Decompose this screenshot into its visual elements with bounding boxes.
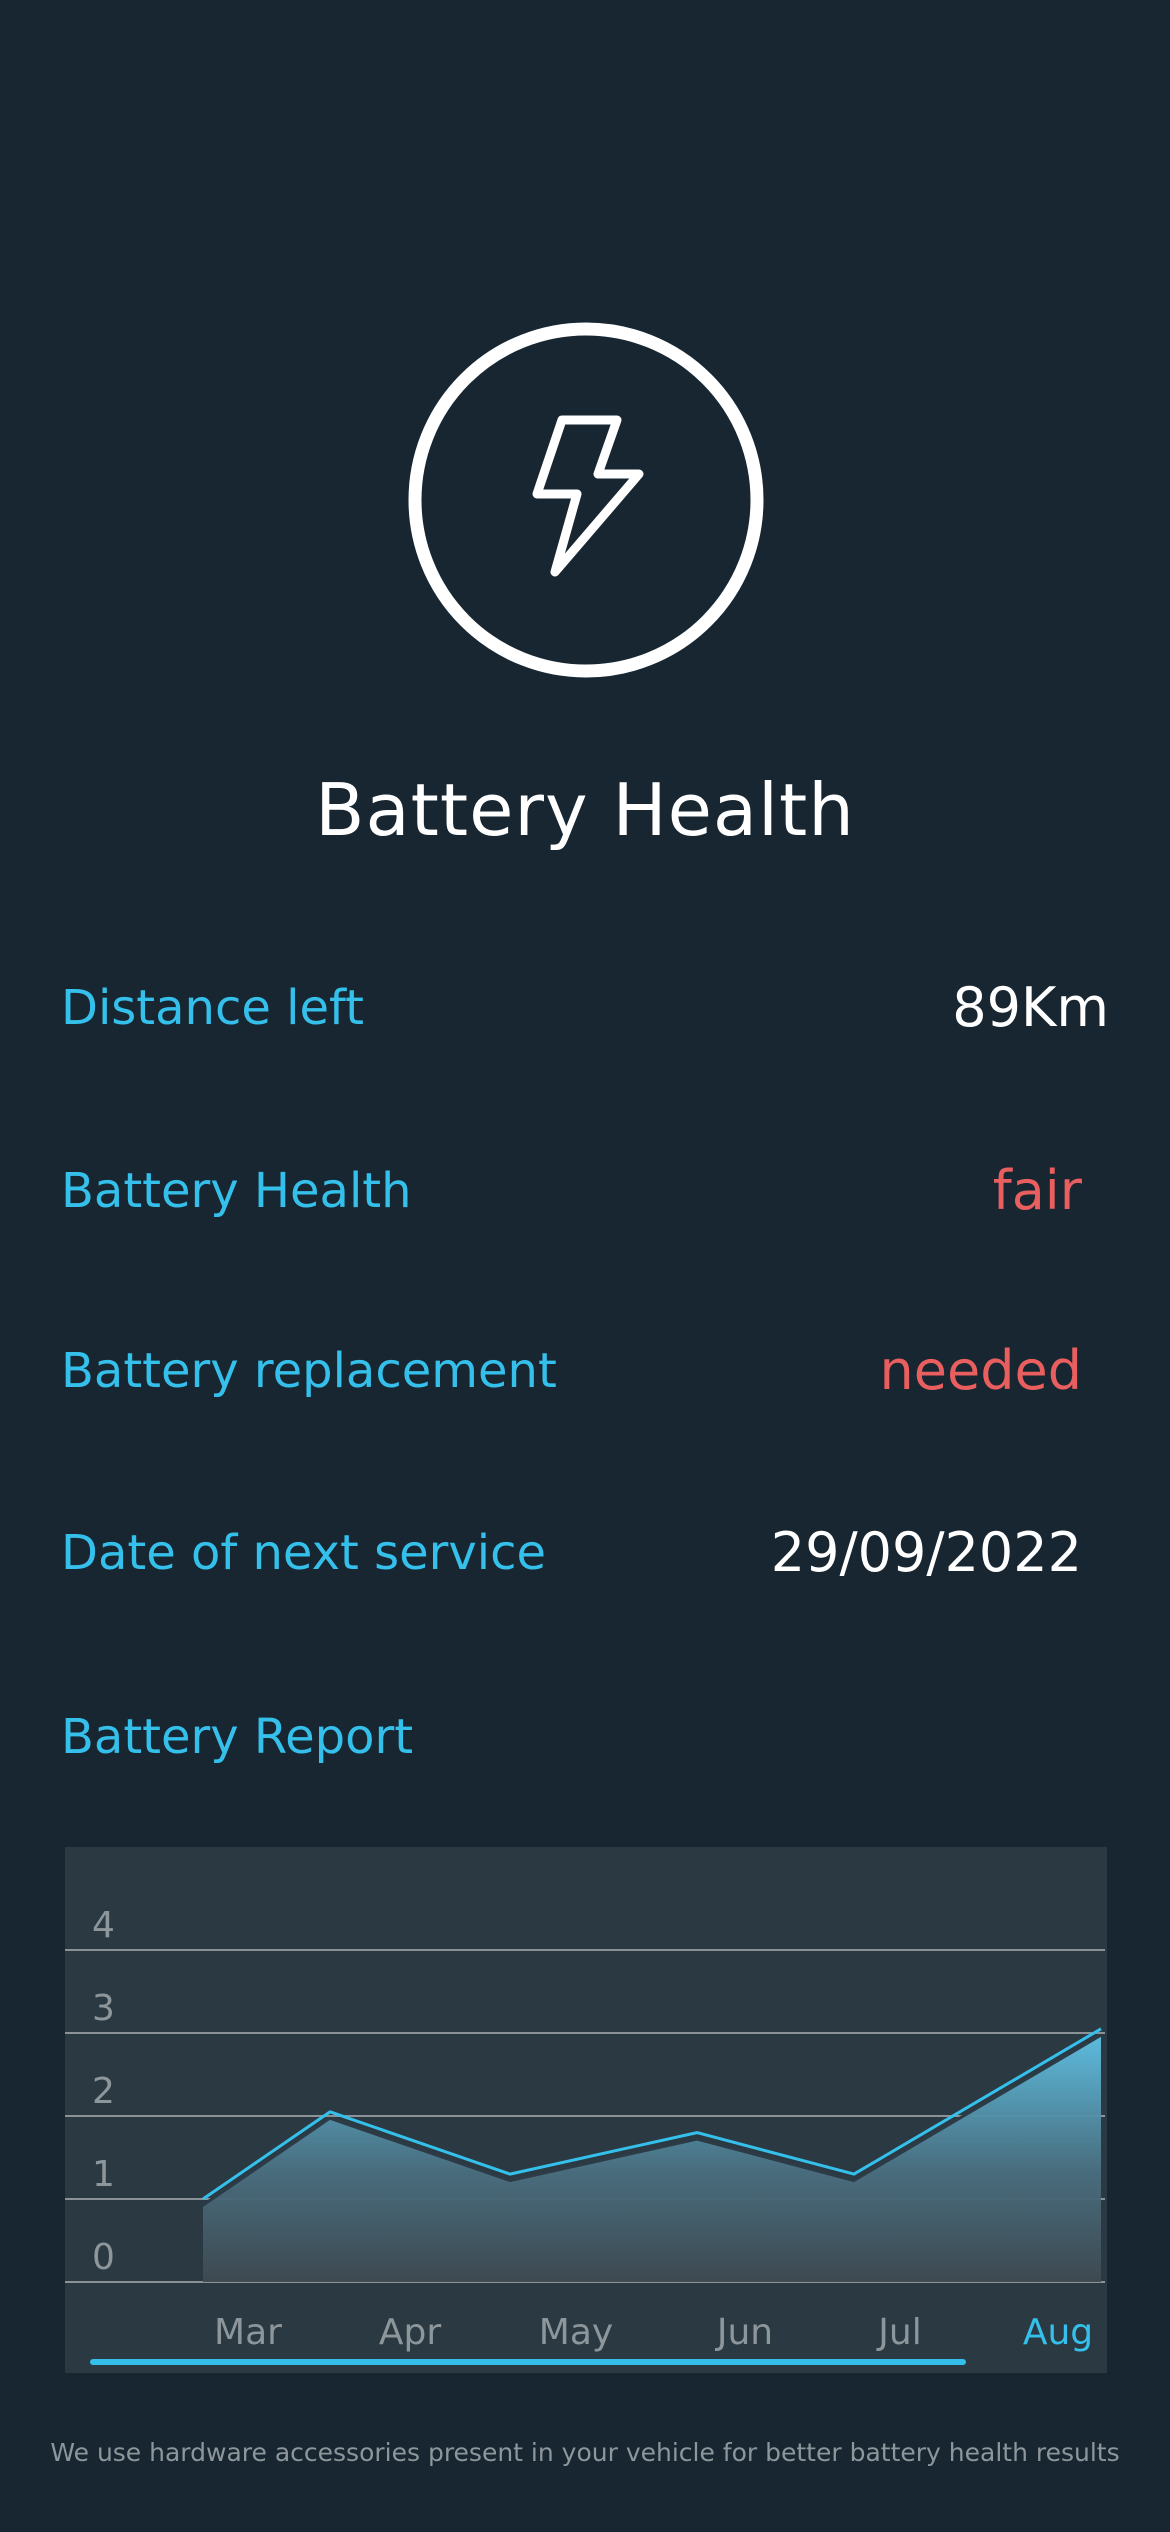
y-tick-label-0: 0 <box>92 2237 115 2278</box>
x-tick-label-jul: Jul <box>876 2312 921 2353</box>
y-tick-label-2: 2 <box>92 2071 115 2112</box>
x-tick-label-jun: Jun <box>715 2312 773 2353</box>
chart-canvas: 0 1 2 3 4 Mar Apr May Jun Jul Aug <box>65 1905 1105 2365</box>
battery-health-label: Battery Health <box>61 1163 412 1219</box>
x-tick-label-may: May <box>539 2312 613 2353</box>
battery-replacement-label: Battery replacement <box>61 1343 557 1399</box>
distance-left-label: Distance left <box>61 980 364 1036</box>
distance-left-value: 89Km <box>952 976 1109 1039</box>
battery-report-title: Battery Report <box>61 1709 414 1765</box>
battery-replacement-value: needed <box>879 1339 1082 1402</box>
x-tick-label-apr: Apr <box>379 2312 441 2353</box>
battery-health-value: fair <box>992 1159 1082 1222</box>
lightning-bolt-icon <box>408 322 764 678</box>
page-title: Battery Health <box>315 768 855 852</box>
y-tick-label-1: 1 <box>92 2154 115 2195</box>
battery-report-chart: 0 1 2 3 4 Mar Apr May Jun Jul Aug <box>65 1847 1107 2373</box>
footer-note: We use hardware accessories present in y… <box>50 2438 1120 2467</box>
x-tick-label-aug: Aug <box>1023 2312 1093 2353</box>
x-tick-label-mar: Mar <box>214 2312 282 2353</box>
y-tick-label-3: 3 <box>92 1988 115 2029</box>
chart-scrollbar <box>90 2359 966 2365</box>
next-service-value: 29/09/2022 <box>770 1521 1082 1584</box>
y-tick-label-4: 4 <box>92 1905 115 1946</box>
series-area <box>203 2036 1101 2282</box>
next-service-label: Date of next service <box>61 1525 547 1581</box>
